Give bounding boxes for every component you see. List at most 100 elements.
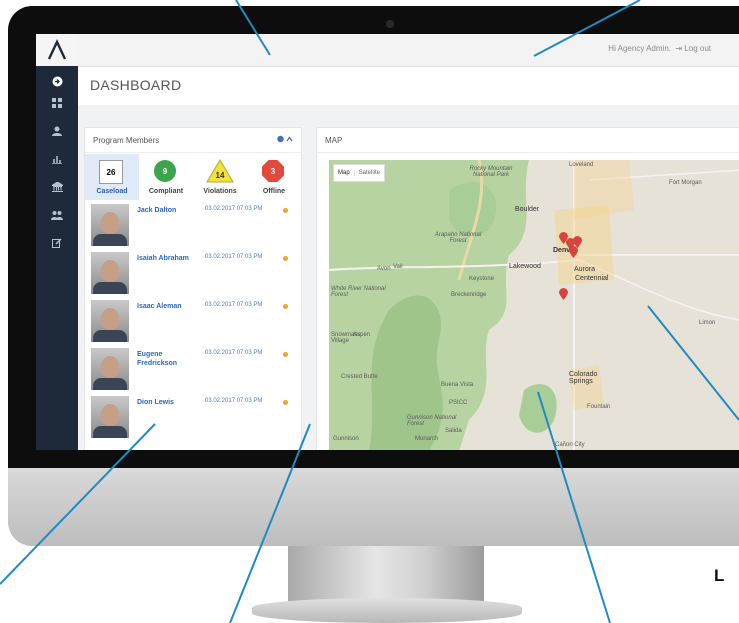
- map-label: Salida: [445, 428, 462, 434]
- user-icon[interactable]: [36, 120, 78, 142]
- map-label: PSICC: [449, 400, 468, 406]
- member-name[interactable]: Jack Dalton: [137, 206, 201, 215]
- member-timestamp: 03.02.2017 07:03 PM: [205, 206, 263, 212]
- map-label: Gunnison National Forest: [407, 415, 457, 427]
- map-title: MAP: [325, 136, 343, 145]
- map-label: Snowmass Village: [331, 332, 361, 344]
- logout-label: Log out: [684, 44, 711, 53]
- sidebar: [36, 34, 78, 450]
- arrow-right-icon[interactable]: [36, 70, 78, 92]
- logo-icon: [47, 39, 67, 60]
- map-label: Buena Vista: [441, 382, 474, 388]
- compliant-count: 9: [154, 160, 176, 182]
- grid-icon[interactable]: [36, 92, 78, 114]
- stat-caseload[interactable]: 26 Caseload: [85, 154, 139, 200]
- app-logo[interactable]: [36, 34, 78, 66]
- avatar: [91, 300, 129, 342]
- group-icon[interactable]: [36, 204, 78, 226]
- member-name[interactable]: Isaac Aleman: [137, 302, 201, 311]
- map-label: Vail: [393, 264, 403, 270]
- violations-label: Violations: [203, 188, 237, 195]
- member-stats: 26 Caseload 9 Compliant 14 Violations 3 …: [85, 154, 301, 200]
- location-pin-icon[interactable]: [559, 288, 568, 300]
- member-row[interactable]: Jack Dalton 03.02.2017 07:03 PM: [85, 202, 301, 250]
- monitor-stand: [288, 546, 484, 602]
- map-label: Keystone: [469, 276, 495, 282]
- caseload-label: Caseload: [96, 188, 128, 195]
- map-label: Fort Morgan: [669, 180, 702, 186]
- stat-compliant[interactable]: 9 Compliant: [139, 154, 193, 200]
- member-name[interactable]: Eugene Fredrickson: [137, 350, 201, 368]
- chart-icon[interactable]: [36, 148, 78, 170]
- logout-link[interactable]: ⇥ Log out: [675, 44, 711, 53]
- logout-icon: ⇥: [675, 44, 683, 53]
- avatar: [91, 252, 129, 294]
- member-name[interactable]: Isaiah Abraham: [137, 254, 201, 263]
- member-row[interactable]: Dion Lewis 03.02.2017 07:03 PM: [85, 394, 301, 442]
- panel-tools[interactable]: [277, 135, 293, 145]
- greeting-text: Hi Agency Admin.: [608, 44, 671, 53]
- location-pin-icon[interactable]: [569, 246, 578, 258]
- bank-icon[interactable]: [36, 176, 78, 198]
- top-bar: Hi Agency Admin. ⇥ Log out: [78, 34, 739, 67]
- map-label: Centennial: [575, 275, 609, 282]
- map-label: Lakewood: [509, 263, 541, 270]
- screen: Hi Agency Admin. ⇥ Log out DASHBOARD Pro…: [36, 34, 739, 450]
- member-row[interactable]: Isaac Aleman 03.02.2017 07:03 PM: [85, 298, 301, 346]
- avatar: [91, 396, 129, 438]
- map-label: Boulder: [515, 206, 540, 213]
- stat-offline[interactable]: 3 Offline: [247, 154, 301, 200]
- map-terrain: [329, 160, 739, 450]
- status-dot-icon: [283, 400, 288, 405]
- edit-icon[interactable]: [36, 232, 78, 254]
- program-members-header: Program Members: [85, 128, 301, 153]
- member-row[interactable]: Eugene Fredrickson 03.02.2017 07:03 PM: [85, 346, 301, 394]
- map-label: Rocky Mountain National Park: [469, 166, 513, 178]
- map-type-toggle[interactable]: Map Satellite: [333, 164, 386, 182]
- map-label: Gunnison: [333, 436, 359, 442]
- map-label: Aurora: [574, 266, 596, 273]
- member-name[interactable]: Dion Lewis: [137, 398, 201, 407]
- stat-violations[interactable]: 14 Violations: [193, 154, 247, 200]
- member-row[interactable]: Isaiah Abraham 03.02.2017 07:03 PM: [85, 250, 301, 298]
- map-label: Limon: [699, 320, 716, 326]
- map-header: MAP: [317, 128, 739, 153]
- member-timestamp: 03.02.2017 07:03 PM: [205, 350, 263, 356]
- map-label: Monarch: [415, 436, 439, 442]
- map-label: Cañon City: [555, 442, 585, 448]
- status-dot-icon: [283, 304, 288, 309]
- camera-icon: [386, 20, 394, 28]
- offline-count: 3: [262, 160, 284, 182]
- title-bar: DASHBOARD: [78, 67, 739, 105]
- program-members-title: Program Members: [93, 136, 160, 145]
- page-title: DASHBOARD: [90, 77, 182, 93]
- help-collapse-icon: [277, 135, 293, 143]
- caseload-count: 26: [99, 160, 123, 184]
- map-type-map[interactable]: Map: [334, 170, 354, 176]
- status-dot-icon: [283, 256, 288, 261]
- map-label: Crested Butte: [341, 374, 378, 380]
- avatar: [91, 204, 129, 246]
- map-label: Loveland: [569, 162, 594, 168]
- warning-triangle-icon: 14: [206, 159, 234, 183]
- member-timestamp: 03.02.2017 07:03 PM: [205, 254, 263, 260]
- map-canvas[interactable]: Map Satellite Rocky Mountain National Pa…: [329, 160, 739, 450]
- map-panel: MAP Map Satellite Rocky Mountain Nationa…: [316, 127, 739, 450]
- violations-count: 14: [216, 171, 225, 180]
- monitor-chin: [8, 468, 739, 546]
- member-timestamp: 03.02.2017 07:03 PM: [205, 302, 263, 308]
- monitor-base: [252, 598, 522, 623]
- map-label: Colorado Springs: [569, 371, 598, 385]
- member-timestamp: 03.02.2017 07:03 PM: [205, 398, 263, 404]
- map-type-satellite[interactable]: Satellite: [353, 170, 384, 176]
- offline-label: Offline: [262, 188, 286, 195]
- map-label: Avon: [377, 266, 391, 272]
- status-dot-icon: [283, 352, 288, 357]
- compliant-label: Compliant: [148, 188, 184, 195]
- map-label: White River National Forest: [331, 286, 386, 298]
- status-dot-icon: [283, 208, 288, 213]
- avatar: [91, 348, 129, 390]
- overlay-letter: L: [714, 566, 725, 585]
- map-label: Breckenridge: [451, 292, 487, 298]
- map-label: Fountain: [587, 404, 611, 410]
